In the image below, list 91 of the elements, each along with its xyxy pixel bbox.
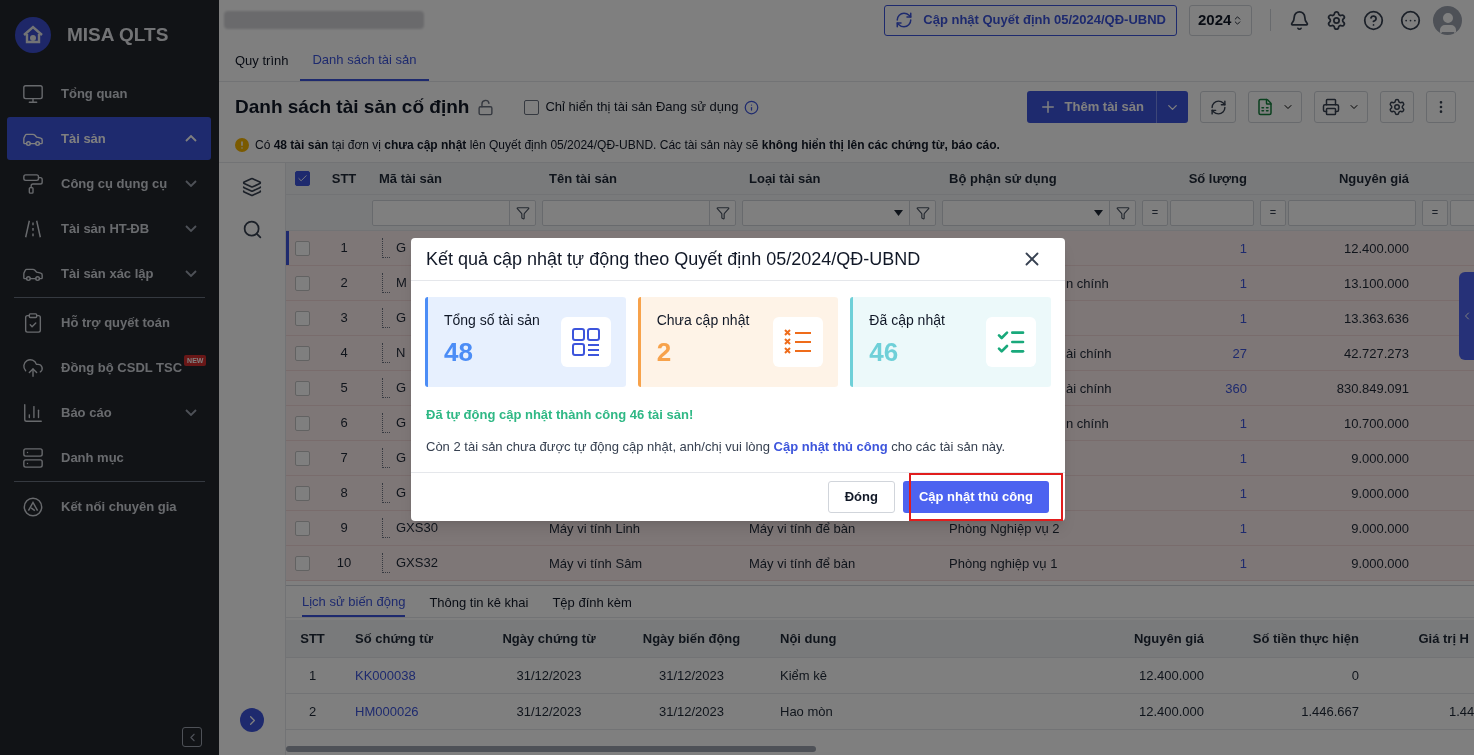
table-cell-text: G (396, 449, 407, 468)
page-title: Danh sách tài sản cố định (235, 94, 470, 119)
table-cell-text: 12.400.000 (1137, 666, 1205, 685)
column-header: Tên tài sản (548, 169, 618, 188)
table-cell: n chính (1066, 276, 1109, 291)
column-header: Nguyên giá (1337, 169, 1410, 188)
table-cell: 27 (1232, 346, 1247, 361)
table-cell-text: 31/12/2023 (657, 666, 726, 685)
table-cell-text: Kiểm kê (779, 666, 828, 685)
column-header: STT (330, 169, 358, 188)
column-header: Nội dung (779, 629, 838, 648)
table-cell: Phòng Nghiệp vụ 2 (949, 521, 1060, 536)
table-cell: n chính (1066, 416, 1109, 431)
table-cell-text: 7 (339, 449, 349, 468)
table-cell-text: G (396, 484, 407, 503)
column-header: Ngày biến động (641, 629, 742, 648)
column-header: Loại tài sản (748, 169, 822, 188)
card-label: Tổng số tài sản (444, 311, 541, 330)
table-cell-text: 9 (339, 519, 349, 538)
table-cell-text: 1 (339, 239, 349, 258)
table-cell: 9.000.000 (1351, 451, 1409, 466)
table-cell: Máy vi tính Sâm (549, 556, 643, 571)
table-cell: 13.363.636 (1343, 311, 1409, 326)
table-cell: 1 (1239, 486, 1247, 501)
table-cell-text: M (396, 274, 407, 293)
success-message: Đã tự động cập nhật thành công 46 tài sản! (425, 406, 695, 424)
table-cell: 830.849.091 (1336, 381, 1409, 396)
table-cell: 1 (1239, 521, 1247, 536)
table-cell-text: N (396, 344, 406, 363)
table-cell-text: 5 (339, 379, 349, 398)
card-label: Chưa cập nhật (656, 311, 751, 330)
table-cell: 13.100.000 (1343, 276, 1409, 291)
card-value: 2 (656, 337, 673, 367)
table-cell-text: G (396, 379, 407, 398)
table-cell: Máy vi tính để bàn (749, 556, 856, 571)
table-cell: 360 (1225, 381, 1247, 396)
table-cell-text: G (396, 414, 407, 433)
card-label: Đã cập nhật (869, 311, 946, 330)
table-cell: Phòng nghiệp vụ 1 (949, 556, 1058, 571)
app-name: MISA QLTS (67, 22, 169, 47)
table-cell: ài chính (1066, 346, 1112, 361)
column-header: Mã tài sản (378, 169, 443, 188)
table-cell-text: 8 (339, 484, 349, 503)
table-cell: 9.000.000 (1351, 556, 1409, 571)
card-value: 48 (444, 337, 474, 367)
table-cell-text: 1.44 (1448, 702, 1474, 721)
column-header: STT (299, 629, 326, 648)
table-cell-text: 0 (1350, 666, 1360, 685)
card-value: 46 (869, 337, 900, 367)
table-cell-text: 2 (307, 702, 318, 721)
column-header: Giá trị H (1417, 629, 1470, 648)
column-header: Nguyên giá (1132, 629, 1205, 648)
table-cell-text: 31/12/2023 (657, 702, 726, 721)
table-cell: 12.400.000 (1343, 241, 1409, 256)
table-cell: 9.000.000 (1351, 521, 1409, 536)
table-cell-text: GXS30 (396, 519, 438, 538)
table-cell-text: 6 (339, 414, 349, 433)
table-cell: Máy vi tính để bàn (749, 521, 856, 536)
table-cell-text: 1.446.667 (1300, 702, 1360, 721)
column-header: Số chứng từ (354, 629, 435, 648)
note-text: Còn 2 tài sản chưa được tự động cập nhật, anh/chị vui lòng Cập nhật thủ công cho các tài sản này. (425, 437, 1007, 456)
column-header: Số lượng (1187, 169, 1248, 188)
table-cell: 1 (1239, 311, 1247, 326)
table-cell: 1 (1239, 276, 1247, 291)
table-cell: 42.727.273 (1343, 346, 1409, 361)
column-header: Số tiền thực hiện (1251, 629, 1360, 648)
table-cell-text: 2 (339, 274, 349, 293)
table-cell-text: Hao mòn (779, 702, 834, 721)
table-cell: Máy vi tính Linh (549, 521, 641, 536)
table-cell: 10.700.000 (1343, 416, 1409, 431)
table-cell-text: 4 (339, 344, 349, 363)
table-cell-text: G (396, 239, 407, 258)
warning-message: Có 48 tài sản tại đơn vị chưa cập nhật lên Quyết định 05/2024/QĐ-UBND. Các tài sản này sẽ không hiển thị lên các chứng từ, báo cáo. (255, 137, 1000, 154)
table-cell: 1 (1239, 451, 1247, 466)
column-header: Bộ phận sử dụng (948, 169, 1058, 188)
table-cell-text: 31/12/2023 (515, 702, 583, 721)
table-cell-text: 31/12/2023 (515, 666, 583, 685)
checkbox-label: Chỉ hiển thị tài sản Đang sử dụng (545, 98, 739, 117)
table-cell-text: 10 (335, 554, 353, 573)
table-cell: 1 (1239, 556, 1247, 571)
table-cell: 9.000.000 (1351, 486, 1409, 501)
table-cell-text: GXS32 (396, 554, 438, 573)
table-cell: ài chính (1066, 381, 1112, 396)
table-cell-text: 1 (307, 666, 318, 685)
column-header: Ngày chứng từ (501, 629, 597, 648)
table-cell-text: 3 (339, 309, 349, 328)
table-cell-text: G (396, 309, 407, 328)
table-cell: 1 (1239, 241, 1247, 256)
dialog-title: Kết quả cập nhật tự động theo Quyết định 05/2024/QĐ-UBND (426, 247, 922, 271)
table-cell: 1 (1239, 416, 1247, 431)
table-cell-text: 12.400.000 (1137, 702, 1205, 721)
